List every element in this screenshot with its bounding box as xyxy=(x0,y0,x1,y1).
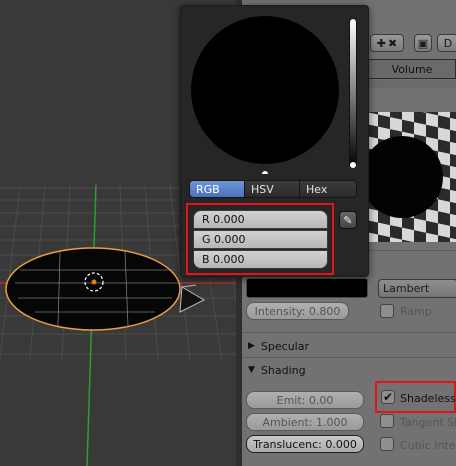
tab-hsv[interactable]: HSV xyxy=(244,180,300,198)
tangent-checkbox[interactable] xyxy=(380,414,394,428)
shadeless-label: Shadeless xyxy=(400,391,456,405)
save-icon[interactable]: ▣ xyxy=(414,34,432,52)
plus-icon: ✚ xyxy=(376,36,386,50)
camera-icon xyxy=(179,284,206,313)
triangle-down-icon: ▼ xyxy=(248,365,255,375)
b-field[interactable]: B 0.000 xyxy=(193,250,328,269)
tab-hex[interactable]: Hex xyxy=(299,180,357,198)
shading-label: Shading xyxy=(260,363,306,377)
tangent-label: Tangent Sha xyxy=(400,415,456,429)
ambient-field[interactable]: Ambient: 1.000 xyxy=(246,413,364,431)
color-picker-popup: RGB HSV Hex R 0.000 G 0.000 B 0.000 ✎ xyxy=(180,5,369,277)
ramp-checkbox[interactable] xyxy=(380,304,394,318)
triangle-right-icon: ▶ xyxy=(248,341,255,351)
black-disc-object xyxy=(5,247,181,331)
checker-preview xyxy=(366,112,456,242)
cubic-label: Cubic Interp xyxy=(400,438,456,452)
tab-volume[interactable]: Volume xyxy=(368,59,456,79)
shadeless-checkbox[interactable]: ✔ xyxy=(381,390,395,404)
g-field[interactable]: G 0.000 xyxy=(193,230,328,249)
add-material-button[interactable]: ✚ ✖ xyxy=(370,34,404,52)
intensity-field[interactable]: Intensity: 0.800 xyxy=(246,302,349,320)
shader-dropdown-label: Lambert xyxy=(383,282,430,295)
shader-dropdown[interactable]: Lambert xyxy=(378,279,456,298)
emit-field[interactable]: Emit: 0.00 xyxy=(246,391,364,409)
translucency-field[interactable]: Translucenc: 0.000 xyxy=(246,435,364,453)
color-wheel-cursor xyxy=(262,171,268,174)
specular-label: Specular xyxy=(260,339,309,353)
specular-panel-header[interactable]: ▶ Specular xyxy=(248,337,309,355)
value-slider-handle[interactable] xyxy=(350,162,356,168)
d-button[interactable]: D xyxy=(437,34,456,52)
shading-panel-header[interactable]: ▼ Shading xyxy=(248,361,306,379)
checkmark-icon: ✔ xyxy=(382,390,394,404)
r-field[interactable]: R 0.000 xyxy=(193,210,328,229)
tab-rgb[interactable]: RGB xyxy=(189,180,245,198)
close-icon: ✖ xyxy=(388,36,398,50)
color-wheel[interactable] xyxy=(189,14,339,174)
value-slider[interactable] xyxy=(349,18,357,168)
cubic-checkbox[interactable] xyxy=(380,437,394,451)
diffuse-color-swatch[interactable] xyxy=(246,278,368,298)
eyedropper-icon[interactable]: ✎ xyxy=(339,211,357,229)
ramp-label: Ramp xyxy=(400,304,432,318)
material-preview xyxy=(366,112,456,242)
